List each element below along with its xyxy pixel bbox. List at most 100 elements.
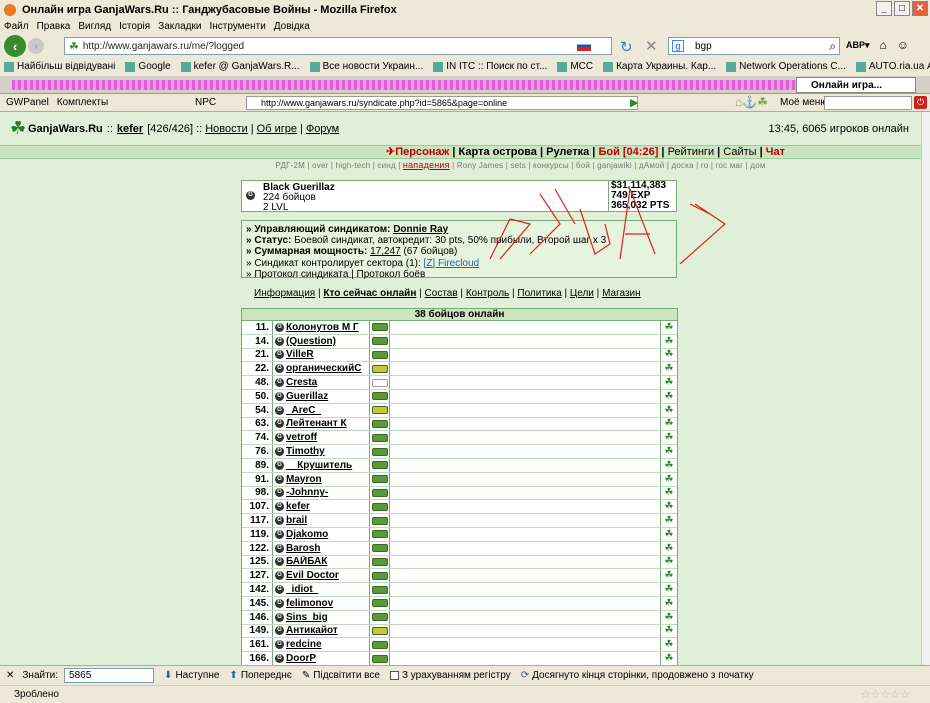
menu-chat[interactable]: Чат — [766, 146, 785, 158]
menu-history[interactable]: Історія — [119, 21, 150, 32]
protocol-links[interactable]: » Протокол синдиката | Протокол боёв — [246, 269, 672, 280]
leaf-icon: ☘ — [664, 390, 674, 402]
sector-link[interactable]: [Z] Firecloud — [424, 258, 480, 269]
fighter-name-link[interactable]: -Johnny- — [286, 487, 328, 498]
bookmark-item[interactable]: Network Operations C... — [726, 61, 846, 72]
find-next-button[interactable]: ⬇ Наступне — [164, 670, 219, 681]
tab-targets[interactable]: Цели — [570, 288, 594, 299]
news-link[interactable]: Новости — [205, 123, 248, 135]
fighter-name-link[interactable]: Timothy — [286, 446, 325, 457]
fighter-name-link[interactable]: __Крушитель — [286, 460, 352, 471]
table-row: 161. Gredcine ☘ — [242, 638, 677, 653]
tab-info[interactable]: Информация — [254, 288, 315, 299]
gw-menu-input[interactable] — [824, 96, 912, 110]
menu-view[interactable]: Вигляд — [78, 21, 111, 32]
vertical-scrollbar[interactable] — [921, 112, 930, 665]
bookmark-item[interactable]: Google — [125, 61, 171, 72]
menu-character[interactable]: Персонаж — [395, 146, 449, 158]
fighter-name-link[interactable]: Mayron — [286, 474, 322, 485]
tab-control[interactable]: Контроль — [466, 288, 509, 299]
fighter-name-link[interactable]: VilleR — [286, 349, 314, 360]
anchor-icon[interactable]: ⌂⚓☘ — [735, 95, 768, 109]
bookmark-item[interactable]: kefer @ GanjaWars.R... — [180, 61, 300, 72]
fighter-name-link[interactable]: Лейтенант К — [286, 418, 347, 429]
tab-shop[interactable]: Магазин — [602, 288, 641, 299]
menu-edit[interactable]: Правка — [37, 21, 71, 32]
my-menu-button[interactable]: Моё меню — [780, 97, 828, 108]
menu-battle[interactable]: Бой [04:26] — [598, 146, 658, 158]
kits-button[interactable]: Комплекты — [57, 97, 108, 108]
submenu-attacks[interactable]: нападения — [403, 160, 450, 170]
fighter-name-link[interactable]: vetroff — [286, 432, 317, 443]
monkey-icon[interactable]: ☺ — [897, 38, 909, 52]
menu-bookmarks[interactable]: Закладки — [158, 21, 201, 32]
gwpanel-button[interactable]: GWPanel — [6, 97, 49, 108]
fighter-name-link[interactable]: органическийС — [286, 363, 361, 374]
fighter-name-link[interactable]: Guerillaz — [286, 391, 328, 402]
gw-url-field[interactable]: http://www.ganjawars.ru/syndicate.php?id… — [246, 96, 638, 110]
forum-link[interactable]: Форум — [306, 123, 339, 135]
fighter-name-link[interactable]: Колонутов М Г — [286, 322, 359, 333]
fighter-name-link[interactable]: Антикайот — [286, 625, 338, 636]
fighter-name-link[interactable]: _AreC_ — [286, 405, 321, 416]
fighter-name-link[interactable]: kefer — [286, 501, 310, 512]
adblock-button[interactable]: ABP▾ — [846, 40, 870, 51]
fighter-name-link[interactable]: Evil Doctor — [286, 570, 339, 581]
go-arrow-icon[interactable]: ▶ — [630, 96, 638, 109]
search-icon[interactable]: ⌕ — [829, 39, 836, 54]
stop-icon[interactable]: ✕ — [645, 37, 658, 55]
menu-file[interactable]: Файл — [4, 21, 29, 32]
menu-tools[interactable]: Інструменти — [209, 21, 265, 32]
user-link[interactable]: kefer — [117, 123, 143, 135]
back-arrow-icon[interactable]: ‹ — [4, 35, 26, 57]
match-case-checkbox[interactable]: З урахуванням регістру — [389, 670, 511, 681]
bookmark-item[interactable]: AUTO.ria.ua Автобаз... — [855, 61, 930, 72]
fighter-name-link[interactable]: redcine — [286, 639, 322, 650]
highlight-all-button[interactable]: ✎ Підсвітити все — [302, 670, 380, 681]
bookmark-item[interactable]: MCC — [557, 61, 593, 72]
tab-active[interactable]: Онлайн игра... — [796, 77, 916, 93]
close-find-icon[interactable]: ✕ — [6, 670, 14, 681]
fighter-name-link[interactable]: _idiot_ — [286, 584, 318, 595]
bookmark-item[interactable]: Карта Украины. Кар... — [603, 61, 716, 72]
menu-help[interactable]: Довідка — [274, 21, 310, 32]
fighter-name-link[interactable]: БАЙБАК — [286, 556, 327, 567]
minimize-button[interactable]: _ — [876, 1, 892, 16]
submenu-links[interactable]: РДГ-2М | over | high-tech | синд | — [275, 161, 400, 170]
power-link[interactable]: 17,247 — [370, 246, 401, 257]
menu-ratings[interactable]: Рейтинги — [668, 146, 715, 158]
forward-arrow-icon[interactable]: › — [28, 38, 44, 54]
close-button[interactable]: ✕ — [912, 1, 928, 16]
tab-online[interactable]: Кто сейчас онлайн — [323, 288, 416, 299]
menu-map[interactable]: Карта острова — [459, 146, 537, 158]
find-prev-button[interactable]: ⬆ Попереднє — [229, 670, 291, 681]
reload-icon[interactable]: ↻ — [620, 38, 633, 56]
rating-stars-icon[interactable]: ☆☆☆☆☆ — [861, 688, 910, 701]
fighter-name-link[interactable]: (Question) — [286, 336, 336, 347]
address-bar[interactable]: ☘ http://www.ganjawars.ru/me/?logged — [64, 37, 612, 55]
fighter-name-link[interactable]: Djakomo — [286, 529, 328, 540]
power-icon[interactable]: ⏻ — [914, 96, 927, 109]
tab-roster[interactable]: Состав — [425, 288, 458, 299]
search-input[interactable]: g bgp ⌕ — [668, 37, 840, 55]
submenu-links[interactable]: | Rony James | sets | конкурсы | бой | g… — [452, 161, 765, 170]
fighter-name-link[interactable]: Cresta — [286, 377, 317, 388]
menu-sites[interactable]: Сайты — [723, 146, 756, 158]
bookmark-item[interactable]: IN ITC :: Поиск по ст... — [433, 61, 547, 72]
fighter-name-link[interactable]: brail — [286, 515, 307, 526]
leader-link[interactable]: Donnie Ray — [393, 224, 448, 235]
menu-roulette[interactable]: Рулетка — [546, 146, 589, 158]
fighter-name-link[interactable]: DoorP — [286, 653, 316, 664]
tab-politics[interactable]: Политика — [517, 288, 561, 299]
fighter-name-link[interactable]: Barosh — [286, 543, 320, 554]
bookmark-item[interactable]: Найбільш відвідувані — [4, 61, 115, 72]
find-input[interactable]: 5865 — [64, 668, 155, 683]
bookmark-item[interactable]: Все новости Украин... — [309, 61, 423, 72]
fighter-name-link[interactable]: felimonov — [286, 598, 333, 609]
npc-button[interactable]: NPC — [195, 97, 216, 108]
page-content: ☘ GanjaWars.Ru :: kefer [426/426] :: Нов… — [0, 112, 921, 665]
home-icon[interactable]: ⌂ — [880, 38, 887, 52]
about-link[interactable]: Об игре — [257, 123, 297, 135]
maximize-button[interactable]: □ — [894, 1, 910, 16]
fighter-name-link[interactable]: Sins_big — [286, 612, 328, 623]
